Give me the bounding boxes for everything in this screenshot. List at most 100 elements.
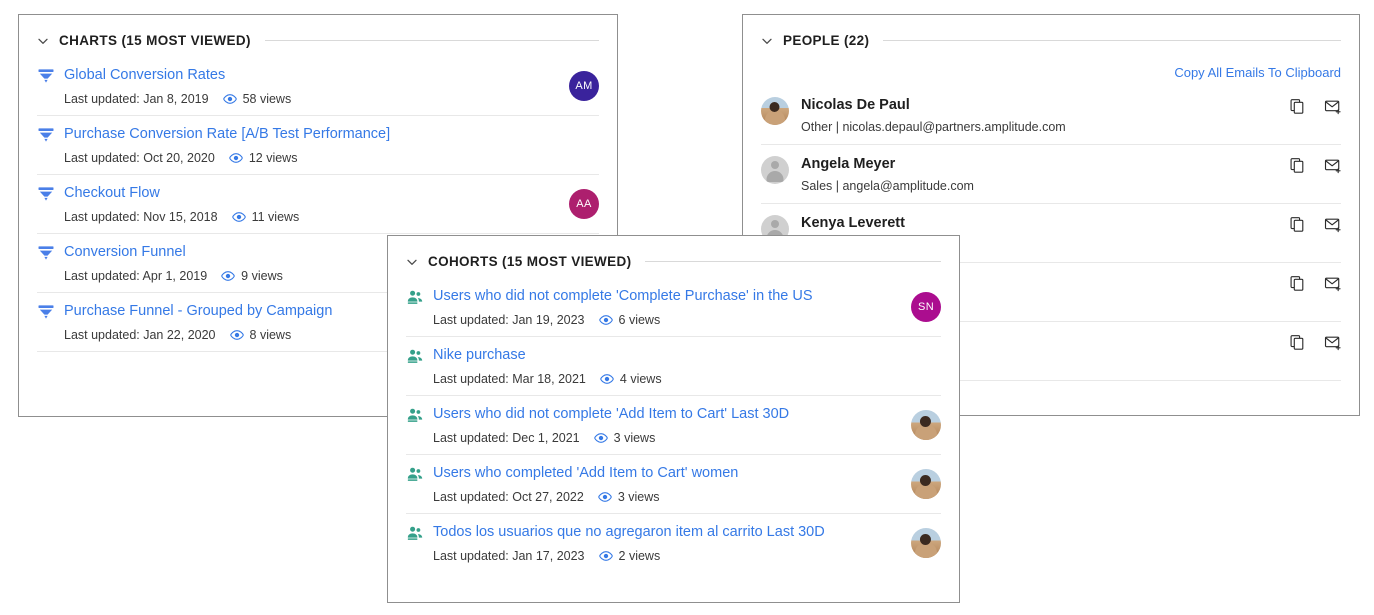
views-count: 11 views — [231, 210, 300, 224]
cohort-title-link[interactable]: Nike purchase — [433, 346, 526, 364]
cohort-row-main: Users who did not complete 'Add Item to … — [406, 405, 941, 424]
chart-title-link[interactable]: Checkout Flow — [64, 184, 160, 202]
chart-title-link[interactable]: Purchase Funnel - Grouped by Campaign — [64, 302, 332, 320]
views-count: 8 views — [229, 328, 292, 342]
chart-row-meta: Last updated: Oct 20, 2020 12 views — [64, 151, 599, 165]
chart-row[interactable]: Checkout Flow Last updated: Nov 15, 2018 1… — [37, 174, 599, 233]
charts-section-header[interactable]: CHARTS (15 MOST VIEWED) — [19, 23, 617, 57]
avatar-photo — [911, 528, 941, 558]
views-count-text: 3 views — [613, 431, 656, 445]
views-count-text: 58 views — [242, 92, 292, 106]
screen-root: CHARTS (15 MOST VIEWED) Global Conversio… — [0, 0, 1374, 615]
chart-row-meta: Last updated: Jan 8, 2019 58 views — [64, 92, 599, 106]
cohort-row[interactable]: Users who did not complete 'Complete Pur… — [406, 278, 941, 336]
cohort-row[interactable]: Users who did not complete 'Add Item to … — [406, 395, 941, 454]
last-updated-text: Last updated: Jan 17, 2023 — [433, 549, 585, 563]
chart-title-link[interactable]: Purchase Conversion Rate [A/B Test Perfo… — [64, 125, 390, 143]
cohort-row-meta: Last updated: Dec 1, 2021 3 views — [433, 431, 941, 445]
cohort-row-main: Users who did not complete 'Complete Pur… — [406, 287, 941, 306]
envelope-add-icon[interactable] — [1324, 334, 1341, 351]
chart-row[interactable]: Global Conversion Rates Last updated: Jan… — [37, 57, 599, 115]
last-updated-text: Last updated: Nov 15, 2018 — [64, 210, 218, 224]
views-count: 12 views — [228, 151, 298, 165]
person-info: Nicolas De Paul Other | nicolas.depaul@pa… — [801, 96, 1279, 134]
chevron-down-icon[interactable] — [761, 34, 773, 46]
last-updated-text: Last updated: Oct 27, 2022 — [433, 490, 584, 504]
copy-all-emails-button[interactable]: Copy All Emails To Clipboard — [1174, 65, 1341, 80]
eye-icon — [597, 490, 612, 504]
cohorts-section-header[interactable]: COHORTS (15 MOST VIEWED) — [388, 244, 959, 278]
cohort-row[interactable]: Todos los usuarios que no agregaron item… — [406, 513, 941, 572]
funnel-chart-icon — [37, 126, 55, 144]
views-count: 9 views — [221, 269, 283, 283]
views-count-text: 6 views — [618, 313, 661, 327]
copy-icon[interactable] — [1289, 98, 1306, 115]
avatar-initials: AA — [569, 189, 599, 219]
views-count: 2 views — [598, 549, 660, 563]
cohort-row-main: Users who completed 'Add Item to Cart' w… — [406, 464, 941, 483]
cohorts-header-rule — [645, 260, 941, 262]
views-count-text: 9 views — [241, 269, 283, 283]
views-count: 6 views — [598, 313, 661, 327]
copy-icon[interactable] — [1289, 275, 1306, 292]
envelope-add-icon[interactable] — [1324, 157, 1341, 174]
avatar-photo — [911, 410, 941, 440]
envelope-add-icon[interactable] — [1324, 275, 1341, 292]
chart-row-meta: Last updated: Nov 15, 2018 11 views — [64, 210, 599, 224]
last-updated-text: Last updated: Dec 1, 2021 — [433, 431, 580, 445]
eye-icon — [598, 313, 613, 327]
cohort-people-icon — [406, 465, 424, 483]
person-actions — [1279, 334, 1341, 351]
charts-header-rule — [264, 39, 599, 41]
funnel-chart-icon — [37, 67, 55, 85]
cohort-row-meta: Last updated: Oct 27, 2022 3 views — [433, 490, 941, 504]
funnel-chart-icon — [37, 244, 55, 262]
cohort-row-meta: Last updated: Jan 17, 2023 2 views — [433, 549, 941, 563]
last-updated-text: Last updated: Apr 1, 2019 — [64, 269, 208, 283]
copy-icon[interactable] — [1289, 334, 1306, 351]
person-name: Nicolas De Paul — [801, 97, 910, 113]
person-row[interactable]: Angela Meyer Sales | angela@amplitude.com — [761, 144, 1341, 203]
chart-title-link[interactable]: Global Conversion Rates — [64, 66, 225, 84]
cohort-title-link[interactable]: Todos los usuarios que no agregaron item… — [433, 523, 825, 541]
chevron-down-icon[interactable] — [406, 255, 418, 267]
eye-icon — [228, 151, 243, 165]
views-count-text: 8 views — [249, 328, 292, 342]
views-count: 4 views — [600, 372, 662, 386]
avatar-placeholder — [761, 156, 789, 184]
views-count-text: 4 views — [619, 372, 662, 386]
cohort-row[interactable]: Nike purchase Last updated: Mar 18, 2021 4… — [406, 336, 941, 395]
cohort-title-link[interactable]: Users who did not complete 'Add Item to … — [433, 405, 789, 423]
cohort-row[interactable]: Users who completed 'Add Item to Cart' w… — [406, 454, 941, 513]
cohort-row-main: Todos los usuarios que no agregaron item… — [406, 523, 941, 542]
chart-row[interactable]: Purchase Conversion Rate [A/B Test Perfo… — [37, 115, 599, 174]
cohort-people-icon — [406, 406, 424, 424]
person-meta: Other | nicolas.depaul@partners.amplitud… — [801, 120, 1066, 134]
people-section-header[interactable]: PEOPLE (22) — [743, 23, 1359, 57]
views-count-text: 12 views — [248, 151, 298, 165]
eye-icon — [593, 431, 608, 445]
charts-section-title: CHARTS (15 MOST VIEWED) — [59, 32, 251, 48]
chevron-down-icon[interactable] — [37, 34, 49, 46]
envelope-add-icon[interactable] — [1324, 98, 1341, 115]
cohorts-list: Users who did not complete 'Complete Pur… — [388, 278, 959, 572]
views-count-text: 11 views — [251, 210, 300, 224]
funnel-chart-icon — [37, 303, 55, 321]
copy-icon[interactable] — [1289, 216, 1306, 233]
eye-icon — [222, 92, 237, 106]
views-count: 58 views — [222, 92, 292, 106]
envelope-add-icon[interactable] — [1324, 216, 1341, 233]
chart-row-main: Purchase Conversion Rate [A/B Test Perfo… — [37, 125, 599, 144]
last-updated-text: Last updated: Jan 19, 2023 — [433, 313, 585, 327]
person-actions — [1279, 157, 1341, 174]
cohort-title-link[interactable]: Users who completed 'Add Item to Cart' w… — [433, 464, 738, 482]
cohort-row-main: Nike purchase — [406, 346, 941, 365]
chart-row-main: Global Conversion Rates — [37, 66, 599, 85]
chart-title-link[interactable]: Conversion Funnel — [64, 243, 186, 261]
cohort-people-icon — [406, 524, 424, 542]
cohort-title-link[interactable]: Users who did not complete 'Complete Pur… — [433, 287, 813, 305]
person-row[interactable]: Nicolas De Paul Other | nicolas.depaul@pa… — [761, 86, 1341, 144]
avatar-initials: AM — [569, 71, 599, 101]
eye-icon — [231, 210, 246, 224]
copy-icon[interactable] — [1289, 157, 1306, 174]
